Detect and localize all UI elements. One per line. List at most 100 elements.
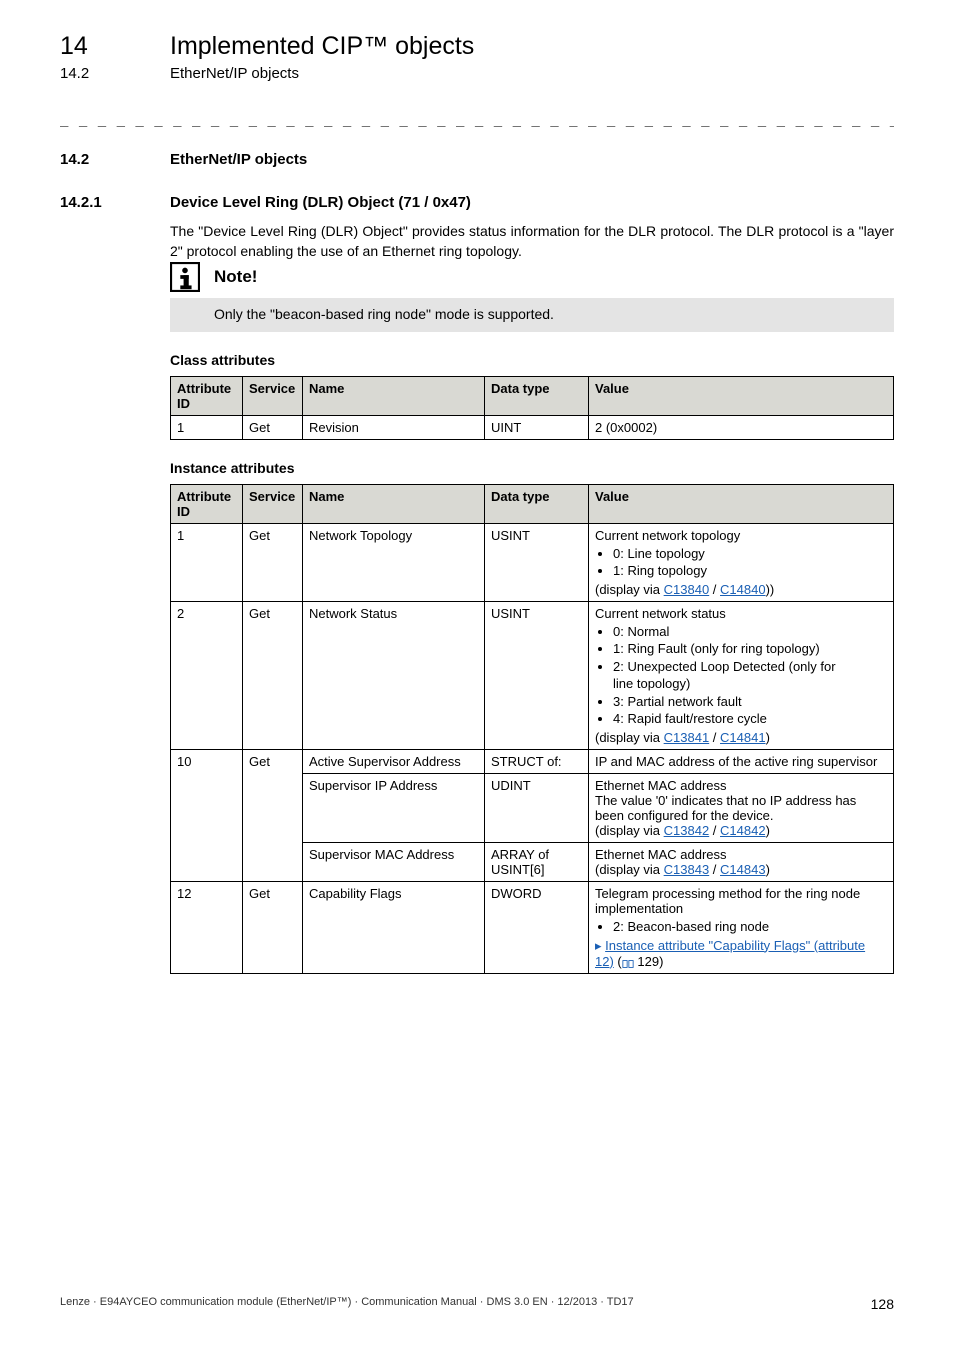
cell-attr-id: 1 [171, 415, 243, 439]
list-item: 3: Partial network fault [613, 693, 887, 711]
cell-type: USINT [485, 523, 589, 601]
list-item: 0: Line topology [613, 545, 887, 563]
cell-service: Get [243, 601, 303, 749]
th-name: Name [303, 484, 485, 523]
cell-attr-id: 10 [171, 749, 243, 881]
table-row: 1 Get Network Topology USINT Current net… [171, 523, 894, 601]
display-via-prefix: (display via [595, 582, 664, 597]
section-title: EtherNet/IP objects [170, 151, 307, 168]
th-attribute-id: Attribute ID [171, 484, 243, 523]
display-via-suffix: ) [766, 823, 770, 838]
display-via-suffix: ) [766, 862, 770, 877]
table-header-row: Attribute ID Service Name Data type Valu… [171, 376, 894, 415]
cell-service: Get [243, 749, 303, 881]
display-via-prefix: (display via [595, 862, 664, 877]
list-item: 1: Ring Fault (only for ring topology) [613, 640, 887, 658]
list-item: 1: Ring topology [613, 562, 887, 580]
th-value: Value [589, 376, 894, 415]
display-via-suffix: )) [766, 582, 775, 597]
cell-type: ARRAY of USINT[6] [485, 842, 589, 881]
cell-type: DWORD [485, 881, 589, 973]
info-icon [170, 262, 200, 292]
link-c13842[interactable]: C13842 [664, 823, 710, 838]
value-text: Current network topology [595, 528, 740, 543]
display-via-suffix: ) [766, 730, 770, 745]
section-number: 14.2 [60, 151, 170, 168]
note-body: Only the "beacon-based ring node" mode i… [170, 298, 894, 332]
intro-paragraph: The "Device Level Ring (DLR) Object" pro… [170, 221, 894, 262]
th-name: Name [303, 376, 485, 415]
cell-value: IP and MAC address of the active ring su… [589, 749, 894, 773]
link-separator: / [709, 730, 720, 745]
th-service: Service [243, 484, 303, 523]
note-header: Note! [170, 262, 894, 292]
table-row: 2 Get Network Status USINT Current netwo… [171, 601, 894, 749]
page-footer: Lenze · E94AYCEO communication module (E… [60, 1296, 894, 1312]
note-title: Note! [214, 267, 257, 287]
th-service: Service [243, 376, 303, 415]
header-row-2: 14.2 EtherNet/IP objects [60, 65, 894, 83]
value-text: Current network status [595, 606, 726, 621]
chapter-title: Implemented CIP™ objects [170, 32, 474, 61]
instance-attributes-table: Attribute ID Service Name Data type Valu… [170, 484, 894, 974]
list-item-text: 2: Unexpected Loop Detected (only for [613, 659, 836, 674]
cell-name: Network Topology [303, 523, 485, 601]
link-c14841[interactable]: C14841 [720, 730, 766, 745]
cell-attr-id: 12 [171, 881, 243, 973]
th-attribute-id: Attribute ID [171, 376, 243, 415]
page: 14 Implemented CIP™ objects 14.2 EtherNe… [0, 0, 954, 1350]
list-item-text: line topology) [613, 676, 690, 691]
link-c14842[interactable]: C14842 [720, 823, 766, 838]
link-c13841[interactable]: C13841 [664, 730, 710, 745]
th-data-type: Data type [485, 376, 589, 415]
cell-type: STRUCT of: [485, 749, 589, 773]
value-text: The value '0' indicates that no IP addre… [595, 793, 856, 823]
list-item: 4: Rapid fault/restore cycle [613, 710, 887, 728]
subsection-number: 14.2.1 [60, 194, 170, 211]
header-section-title: EtherNet/IP objects [170, 65, 299, 82]
cell-name: Supervisor IP Address [303, 773, 485, 842]
cell-service: Get [243, 881, 303, 973]
cell-name: Network Status [303, 601, 485, 749]
value-text: Ethernet MAC address [595, 847, 727, 862]
table-row: 1 Get Revision UINT 2 (0x0002) [171, 415, 894, 439]
cell-name: Supervisor MAC Address [303, 842, 485, 881]
table-header-row: Attribute ID Service Name Data type Valu… [171, 484, 894, 523]
cell-type: UINT [485, 415, 589, 439]
list-item: 2: Beacon-based ring node [613, 918, 887, 936]
page-ref-text: 129) [634, 954, 664, 969]
table-row: 12 Get Capability Flags DWORD Telegram p… [171, 881, 894, 973]
cell-value: Current network status 0: Normal 1: Ring… [589, 601, 894, 749]
footer-text: Lenze · E94AYCEO communication module (E… [60, 1296, 634, 1312]
cell-service: Get [243, 415, 303, 439]
cell-service: Get [243, 523, 303, 601]
link-c13840[interactable]: C13840 [664, 582, 710, 597]
cell-type: USINT [485, 601, 589, 749]
list-item: 0: Normal [613, 623, 887, 641]
cell-value: Current network topology 0: Line topolog… [589, 523, 894, 601]
subsection-title: Device Level Ring (DLR) Object (71 / 0x4… [170, 194, 471, 211]
cell-value: Ethernet MAC address The value '0' indic… [589, 773, 894, 842]
value-text: Ethernet MAC address [595, 778, 727, 793]
cell-attr-id: 2 [171, 601, 243, 749]
header-section-number: 14.2 [60, 65, 89, 82]
cell-name: Capability Flags [303, 881, 485, 973]
section-14-2-1: 14.2.1 Device Level Ring (DLR) Object (7… [60, 194, 894, 211]
section-14-2: 14.2 EtherNet/IP objects [60, 151, 894, 168]
class-attributes-heading: Class attributes [170, 352, 894, 368]
book-icon [622, 957, 634, 967]
list-item: 2: Unexpected Loop Detected (only for li… [613, 658, 887, 693]
cell-name: Revision [303, 415, 485, 439]
instance-attributes-heading: Instance attributes [170, 460, 894, 476]
cell-type: UDINT [485, 773, 589, 842]
link-separator: / [709, 823, 720, 838]
chapter-number: 14 [60, 32, 88, 60]
class-attributes-table: Attribute ID Service Name Data type Valu… [170, 376, 894, 440]
table-row: 10 Get Active Supervisor Address STRUCT … [171, 749, 894, 773]
cell-value: Ethernet MAC address (display via C13843… [589, 842, 894, 881]
display-via-prefix: (display via [595, 823, 664, 838]
link-c14840[interactable]: C14840 [720, 582, 766, 597]
link-c14843[interactable]: C14843 [720, 862, 766, 877]
link-c13843[interactable]: C13843 [664, 862, 710, 877]
cell-value: Telegram processing method for the ring … [589, 881, 894, 973]
